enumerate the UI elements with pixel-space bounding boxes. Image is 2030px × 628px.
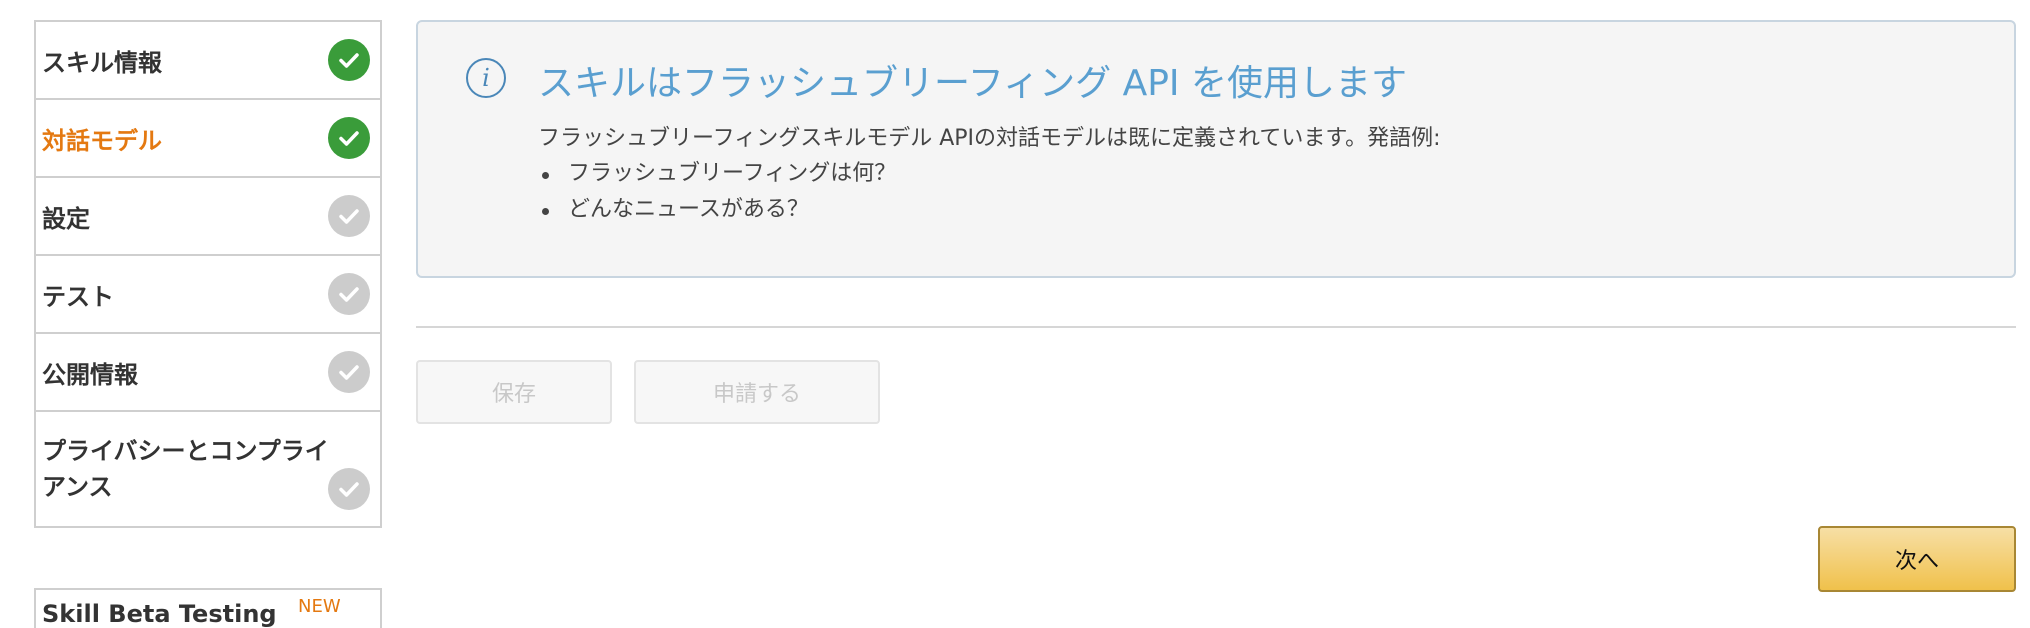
sidebar-item-configuration[interactable]: 設定 [36, 178, 380, 256]
new-badge: NEW [298, 596, 341, 617]
sidebar-item-test[interactable]: テスト [36, 256, 380, 334]
info-icon: i [466, 58, 506, 98]
list-item: フラッシュブリーフィングは何？ [538, 156, 896, 192]
sidebar-item-publishing-info[interactable]: 公開情報 [36, 334, 380, 412]
list-item: どんなニュースがある？ [538, 192, 896, 228]
sidebar-item-label: プライバシーとコンプライアンス [42, 437, 329, 501]
sidebar-item-label: テスト [42, 282, 114, 311]
sidebar-item-interaction-model[interactable]: 対話モデル [36, 100, 380, 178]
sidebar-item-label: 対話モデル [42, 126, 162, 155]
save-button[interactable]: 保存 [416, 360, 612, 424]
divider [416, 326, 2016, 328]
sidebar-beta-testing[interactable]: Skill Beta Testing NEW [34, 588, 382, 628]
sidebar-item-skill-info[interactable]: スキル情報 [36, 22, 380, 100]
sidebar-item-label: 公開情報 [42, 360, 138, 389]
check-icon [328, 468, 370, 510]
check-icon [328, 39, 370, 81]
utterance-examples-list: フラッシュブリーフィングは何？ どんなニュースがある？ [538, 156, 896, 228]
next-button[interactable]: 次へ [1818, 526, 2016, 592]
info-description: フラッシュブリーフィングスキルモデル APIの対話モデルは既に定義されています。… [538, 126, 1441, 151]
submit-button[interactable]: 申請する [634, 360, 880, 424]
check-icon [328, 351, 370, 393]
sidebar-item-label: スキル情報 [42, 48, 162, 77]
info-panel: i スキルはフラッシュブリーフィング API を使用します フラッシュブリーフィ… [416, 20, 2016, 278]
check-icon [328, 117, 370, 159]
info-title: スキルはフラッシュブリーフィング API を使用します [538, 63, 1407, 104]
sidebar-item-label: 設定 [42, 204, 90, 233]
sidebar-item-privacy-compliance[interactable]: プライバシーとコンプライアンス [36, 412, 380, 526]
beta-testing-label: Skill Beta Testing [42, 600, 277, 628]
check-icon [328, 273, 370, 315]
check-icon [328, 195, 370, 237]
step-sidebar: スキル情報 対話モデル 設定 テスト 公開情報 プライバシーとコンプライアンス [34, 20, 382, 528]
